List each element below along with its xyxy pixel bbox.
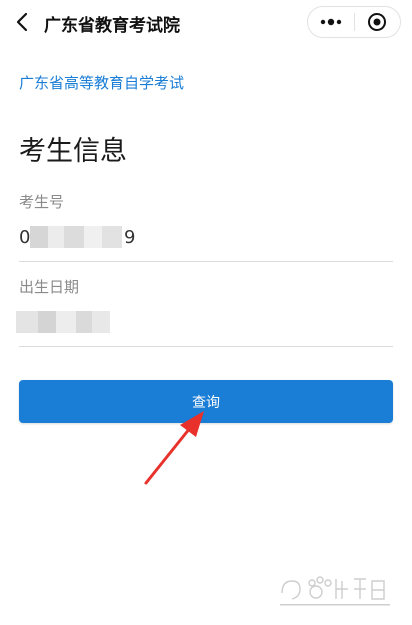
top-nav-bar: 广东省教育考试院 bbox=[0, 0, 412, 44]
exam-category-link[interactable]: 广东省高等教育自学考试 bbox=[19, 72, 184, 93]
chevron-left-icon bbox=[16, 12, 28, 32]
birth-date-label: 出生日期 bbox=[19, 278, 80, 296]
page-title: 广东省教育考试院 bbox=[44, 16, 180, 36]
mini-program-capsule bbox=[307, 6, 401, 38]
candidate-number-underline bbox=[19, 261, 393, 262]
candidate-number-end: 9 bbox=[124, 227, 136, 248]
target-circle-icon bbox=[368, 13, 387, 31]
baidu-jingyan-watermark-icon bbox=[280, 576, 390, 606]
back-button[interactable] bbox=[8, 6, 36, 38]
more-dots-icon bbox=[320, 18, 341, 26]
annotation-arrow-icon bbox=[144, 411, 204, 485]
section-title: 考生信息 bbox=[19, 136, 127, 167]
close-mini-program-button[interactable] bbox=[354, 7, 400, 37]
candidate-number-mosaic bbox=[30, 226, 122, 248]
birth-date-mosaic[interactable] bbox=[16, 311, 110, 333]
candidate-number-input[interactable]: 0 bbox=[19, 227, 30, 248]
candidate-number-start: 0 bbox=[19, 227, 31, 248]
more-button[interactable] bbox=[308, 7, 354, 37]
candidate-number-label: 考生号 bbox=[19, 193, 65, 211]
birth-date-underline bbox=[19, 346, 393, 347]
